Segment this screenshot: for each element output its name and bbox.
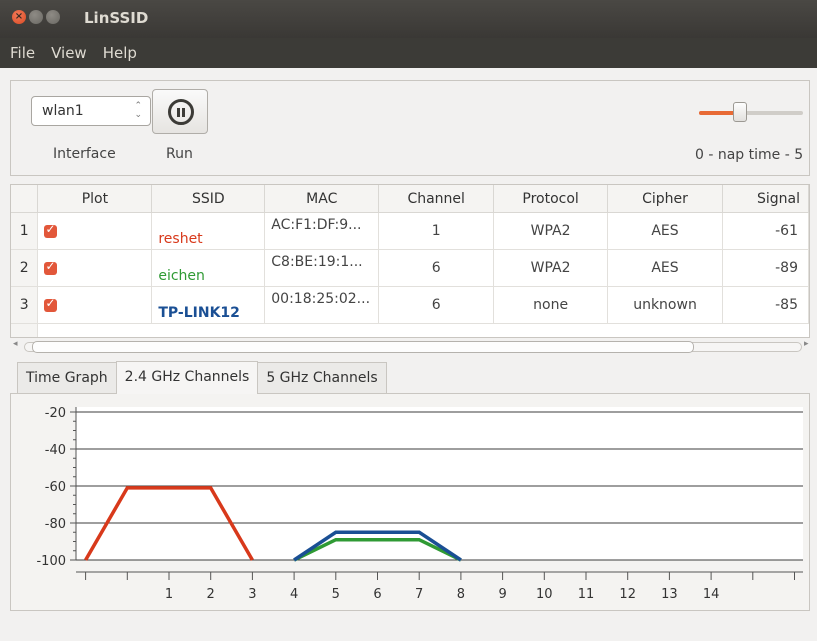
up-down-arrows-icon: ⌃ ⌄ xyxy=(134,101,142,120)
maximize-window-button[interactable] xyxy=(46,10,60,24)
cipher-cell: AES xyxy=(607,212,723,250)
interface-label: Interface xyxy=(53,146,116,162)
table-row[interactable]: 3 TP-LINK12 00:18:25:02... 6 none unknow… xyxy=(11,286,809,324)
row-number-header xyxy=(11,185,39,213)
row-number: 3 xyxy=(11,286,39,324)
x-tick-label: 2 xyxy=(207,587,215,602)
nap-time-label: 0 - nap time - 5 xyxy=(695,147,804,163)
cipher-cell: AES xyxy=(607,249,723,287)
minimize-window-button[interactable] xyxy=(29,10,43,24)
x-tick-label: 3 xyxy=(248,587,256,602)
tab-time-graph[interactable]: Time Graph xyxy=(17,362,117,393)
x-tick-label: 14 xyxy=(703,587,720,602)
protocol-cell: WPA2 xyxy=(493,212,609,250)
ssid-cell: TP-LINK12 xyxy=(151,286,266,324)
scroll-left-arrow-icon[interactable]: ◂ xyxy=(13,339,18,349)
row-number: 2 xyxy=(11,249,39,287)
tab-24ghz-channels[interactable]: 2.4 GHz Channels xyxy=(115,361,259,394)
channel-cell: 1 xyxy=(378,212,495,250)
y-tick-label: -60 xyxy=(45,480,66,495)
column-header-mac[interactable]: MAC xyxy=(264,185,380,213)
ssid-cell: reshet xyxy=(151,212,266,250)
column-header-protocol[interactable]: Protocol xyxy=(493,185,609,213)
menu-file[interactable]: File xyxy=(10,44,35,62)
channel-cell: 6 xyxy=(378,286,495,324)
pause-icon xyxy=(168,99,194,125)
nap-time-slider-fill xyxy=(699,111,735,115)
column-header-cipher[interactable]: Cipher xyxy=(607,185,723,213)
table-horizontal-scrollbar[interactable]: ◂ ▸ xyxy=(10,339,809,353)
tab-5ghz-channels[interactable]: 5 GHz Channels xyxy=(257,362,387,393)
scrollbar-thumb[interactable] xyxy=(32,341,694,353)
graph-tabs: Time Graph 2.4 GHz Channels 5 GHz Channe… xyxy=(17,361,387,394)
scroll-right-arrow-icon[interactable]: ▸ xyxy=(804,339,809,349)
status-bar xyxy=(0,620,817,641)
menu-help[interactable]: Help xyxy=(103,44,137,62)
x-tick-label: 7 xyxy=(415,587,423,602)
column-header-ssid[interactable]: SSID xyxy=(151,185,266,213)
networks-table: Plot SSID MAC Channel Protocol Cipher Si… xyxy=(10,184,810,338)
run-label: Run xyxy=(166,146,193,162)
interface-value: wlan1 xyxy=(42,103,84,119)
protocol-cell: WPA2 xyxy=(493,249,609,287)
x-tick-label: 9 xyxy=(498,587,506,602)
run-button[interactable] xyxy=(152,89,208,134)
y-tick-label: -40 xyxy=(45,443,66,458)
menu-view[interactable]: View xyxy=(51,44,87,62)
y-tick-label: -100 xyxy=(36,554,66,569)
channel-chart-panel: -20 -40 -60 -80 -100 1 2 3 4 5 6 7 8 9 10 11 12 13 14 xyxy=(10,393,810,611)
signal-cell: -61 xyxy=(722,212,809,250)
close-window-button[interactable]: × xyxy=(12,10,26,24)
protocol-cell: none xyxy=(493,286,609,324)
x-tick-label: 10 xyxy=(536,587,553,602)
controls-panel: wlan1 ⌃ ⌄ Interface Run 0 - nap time - 5 xyxy=(10,80,810,176)
y-tick-label: -20 xyxy=(45,406,66,421)
x-tick-label: 8 xyxy=(457,587,465,602)
x-tick-label: 11 xyxy=(578,587,595,602)
signal-cell: -85 xyxy=(722,286,809,324)
mac-cell: 00:18:25:02... xyxy=(264,286,380,324)
column-header-signal[interactable]: Signal xyxy=(722,185,809,213)
signal-cell: -89 xyxy=(722,249,809,287)
plot-checkbox[interactable] xyxy=(44,222,58,238)
menu-bar: File View Help xyxy=(0,38,817,68)
mac-cell: C8:BE:19:1... xyxy=(264,249,380,287)
plot-cell xyxy=(37,249,153,287)
x-tick-label: 13 xyxy=(661,587,678,602)
column-header-channel[interactable]: Channel xyxy=(378,185,495,213)
table-row[interactable]: 1 reshet AC:F1:DF:9... 1 WPA2 AES -61 xyxy=(11,212,809,250)
mac-cell: AC:F1:DF:9... xyxy=(264,212,380,250)
ssid-cell: eichen xyxy=(151,249,266,287)
y-tick-label: -80 xyxy=(45,517,66,532)
interface-select[interactable]: wlan1 ⌃ ⌄ xyxy=(31,96,151,126)
cipher-cell: unknown xyxy=(607,286,723,324)
column-header-plot[interactable]: Plot xyxy=(37,185,153,213)
plot-cell xyxy=(37,286,153,324)
table-row[interactable]: 2 eichen C8:BE:19:1... 6 WPA2 AES -89 xyxy=(11,249,809,287)
close-icon: × xyxy=(14,11,24,22)
plot-checkbox[interactable] xyxy=(44,296,58,312)
channel-chart: -20-40-60-80-1001 2 3 4 5 6 7 8 9 10 11 12 13 14 xyxy=(36,406,803,602)
plot-checkbox[interactable] xyxy=(44,259,58,275)
channel-cell: 6 xyxy=(378,249,495,287)
plot-area xyxy=(76,407,803,560)
x-tick-label: 4 xyxy=(290,587,298,602)
x-tick-label: 1 xyxy=(165,587,173,602)
x-tick-label: 6 xyxy=(373,587,381,602)
nap-time-slider-handle[interactable] xyxy=(733,102,747,122)
empty-row xyxy=(11,323,809,337)
x-tick-label: 12 xyxy=(619,587,636,602)
title-bar: × LinSSID xyxy=(0,0,817,38)
x-tick-label: 5 xyxy=(332,587,340,602)
plot-cell xyxy=(37,212,153,250)
table-header-row: Plot SSID MAC Channel Protocol Cipher Si… xyxy=(11,185,809,213)
nap-time-slider[interactable] xyxy=(699,111,803,115)
row-number: 1 xyxy=(11,212,39,250)
window-title: LinSSID xyxy=(84,9,149,27)
